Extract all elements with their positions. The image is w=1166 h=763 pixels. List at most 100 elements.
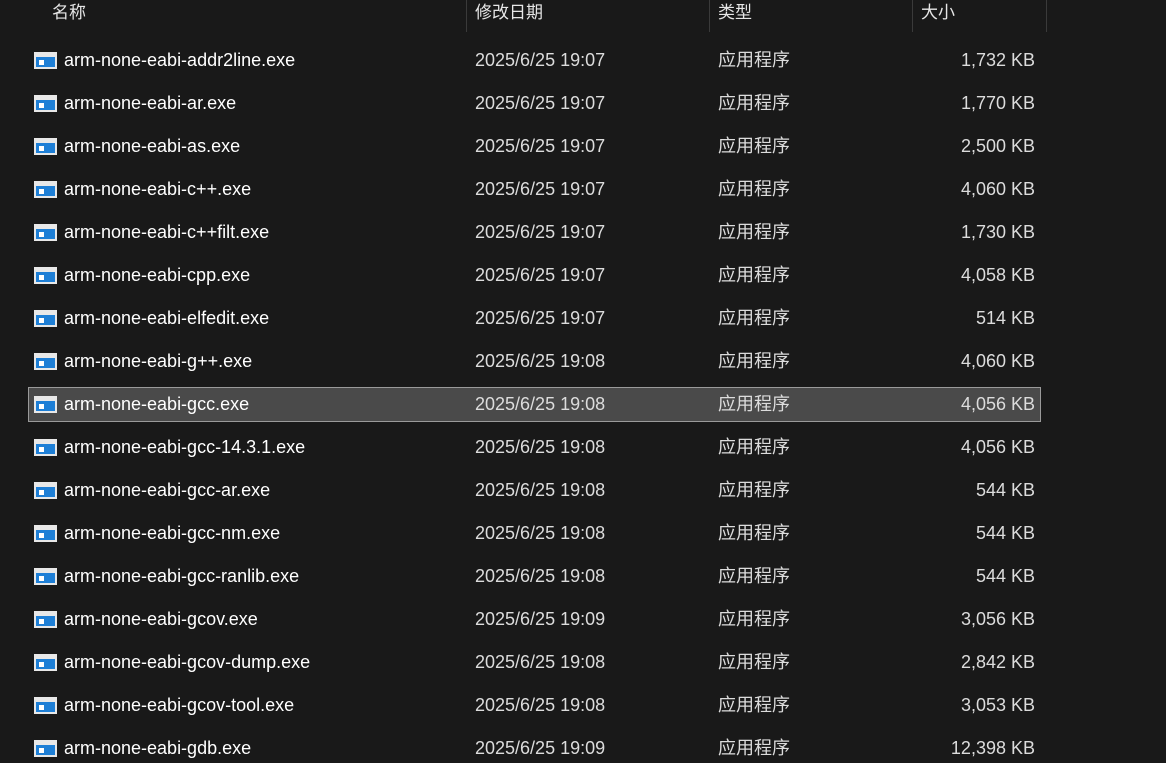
file-name: arm-none-eabi-g++.exe <box>64 351 253 371</box>
file-icon-cell <box>34 168 58 211</box>
file-icon-cell <box>34 383 58 426</box>
exe-application-icon <box>34 95 57 112</box>
file-list: arm-none-eabi-addr2line.exe 2025/6/25 19:… <box>0 39 1166 763</box>
file-name: arm-none-eabi-elfedit.exe <box>64 308 270 328</box>
file-size: 514 KB <box>975 308 1035 328</box>
file-size: 4,060 KB <box>960 351 1035 371</box>
file-size: 1,732 KB <box>960 50 1035 70</box>
file-date-modified: 2025/6/25 19:07 <box>475 265 606 285</box>
file-type: 应用程序 <box>718 609 790 629</box>
file-size: 2,500 KB <box>960 136 1035 156</box>
exe-application-icon <box>34 740 57 757</box>
file-date-modified: 2025/6/25 19:09 <box>475 609 606 629</box>
exe-application-icon <box>34 697 57 714</box>
file-name: arm-none-eabi-gcov.exe <box>64 609 258 629</box>
file-row[interactable]: arm-none-eabi-as.exe 2025/6/25 19:07 应用程序 2… <box>0 125 1166 168</box>
column-header-type[interactable]: 类型 <box>709 0 912 32</box>
file-icon-cell <box>34 555 58 598</box>
exe-application-icon <box>34 224 57 241</box>
file-name: arm-none-eabi-gcc-ranlib.exe <box>64 566 300 586</box>
file-size: 544 KB <box>975 480 1035 500</box>
file-name: arm-none-eabi-c++.exe <box>64 179 252 199</box>
file-row[interactable]: arm-none-eabi-c++filt.exe 2025/6/25 19:07… <box>0 211 1166 254</box>
exe-application-icon <box>34 654 57 671</box>
file-name: arm-none-eabi-gcov-tool.exe <box>64 695 295 715</box>
file-date-modified: 2025/6/25 19:08 <box>475 480 606 500</box>
file-name: arm-none-eabi-gcc-ar.exe <box>64 480 271 500</box>
column-header-type-label: 类型 <box>718 3 752 22</box>
file-type: 应用程序 <box>718 566 790 586</box>
file-row[interactable]: arm-none-eabi-g++.exe 2025/6/25 19:08 应用程序… <box>0 340 1166 383</box>
file-type: 应用程序 <box>718 93 790 113</box>
file-row[interactable]: arm-none-eabi-elfedit.exe 2025/6/25 19:07… <box>0 297 1166 340</box>
file-size: 4,060 KB <box>960 179 1035 199</box>
file-row[interactable]: arm-none-eabi-gcc-ar.exe 2025/6/25 19:08 应… <box>0 469 1166 512</box>
file-icon-cell <box>34 727 58 763</box>
file-icon-cell <box>34 82 58 125</box>
file-icon-cell <box>34 340 58 383</box>
file-date-modified: 2025/6/25 19:07 <box>475 50 606 70</box>
file-type: 应用程序 <box>718 222 790 242</box>
file-row[interactable]: arm-none-eabi-gcov-tool.exe 2025/6/25 19:… <box>0 684 1166 727</box>
file-date-modified: 2025/6/25 19:08 <box>475 351 606 371</box>
file-date-modified: 2025/6/25 19:08 <box>475 394 606 414</box>
file-date-modified: 2025/6/25 19:09 <box>475 738 606 758</box>
file-icon-cell <box>34 641 58 684</box>
file-icon-cell <box>34 512 58 555</box>
file-type: 应用程序 <box>718 351 790 371</box>
file-date-modified: 2025/6/25 19:08 <box>475 437 606 457</box>
file-type: 应用程序 <box>718 437 790 457</box>
file-name: arm-none-eabi-addr2line.exe <box>64 50 296 70</box>
file-row[interactable]: arm-none-eabi-addr2line.exe 2025/6/25 19:… <box>0 39 1166 82</box>
file-name: arm-none-eabi-gcov-dump.exe <box>64 652 311 672</box>
file-date-modified: 2025/6/25 19:08 <box>475 652 606 672</box>
file-row[interactable]: arm-none-eabi-ar.exe 2025/6/25 19:07 应用程序 1… <box>0 82 1166 125</box>
file-row[interactable]: arm-none-eabi-cpp.exe 2025/6/25 19:07 应用程序… <box>0 254 1166 297</box>
file-name: arm-none-eabi-c++filt.exe <box>64 222 270 242</box>
file-row[interactable]: arm-none-eabi-gdb.exe 2025/6/25 19:09 应用程序… <box>0 727 1166 763</box>
file-type: 应用程序 <box>718 394 790 414</box>
column-header-date-label: 修改日期 <box>475 3 543 22</box>
file-name: arm-none-eabi-gcc.exe <box>64 394 250 414</box>
file-name: arm-none-eabi-ar.exe <box>64 93 237 113</box>
file-name: arm-none-eabi-gcc-nm.exe <box>64 523 281 543</box>
file-name: arm-none-eabi-gdb.exe <box>64 738 252 758</box>
file-size: 3,053 KB <box>960 695 1035 715</box>
file-type: 应用程序 <box>718 136 790 156</box>
exe-application-icon <box>34 611 57 628</box>
file-type: 应用程序 <box>718 695 790 715</box>
file-name: arm-none-eabi-gcc-14.3.1.exe <box>64 437 306 457</box>
exe-application-icon <box>34 353 57 370</box>
file-row[interactable]: arm-none-eabi-gcc-14.3.1.exe 2025/6/25 19… <box>0 426 1166 469</box>
file-type: 应用程序 <box>718 265 790 285</box>
file-type: 应用程序 <box>718 179 790 199</box>
file-row[interactable]: arm-none-eabi-gcc-nm.exe 2025/6/25 19:08 应… <box>0 512 1166 555</box>
file-row[interactable]: arm-none-eabi-gcov.exe 2025/6/25 19:09 应用程… <box>0 598 1166 641</box>
column-header-size-label: 大小 <box>921 3 955 22</box>
column-header-name[interactable]: 名称 <box>44 0 466 32</box>
file-name: arm-none-eabi-cpp.exe <box>64 265 251 285</box>
file-icon-cell <box>34 254 58 297</box>
file-name: arm-none-eabi-as.exe <box>64 136 241 156</box>
exe-application-icon <box>34 568 57 585</box>
file-row[interactable]: arm-none-eabi-gcc-ranlib.exe 2025/6/25 19… <box>0 555 1166 598</box>
file-type: 应用程序 <box>718 480 790 500</box>
file-type: 应用程序 <box>718 738 790 758</box>
file-row[interactable]: arm-none-eabi-c++.exe 2025/6/25 19:07 应用程序… <box>0 168 1166 211</box>
file-type: 应用程序 <box>718 652 790 672</box>
file-row[interactable]: arm-none-eabi-gcc.exe 2025/6/25 19:08 应用程序… <box>0 383 1166 426</box>
file-date-modified: 2025/6/25 19:07 <box>475 136 606 156</box>
column-header-size[interactable]: 大小 <box>912 0 1047 32</box>
file-row[interactable]: arm-none-eabi-gcov-dump.exe 2025/6/25 19:… <box>0 641 1166 684</box>
file-icon-cell <box>34 211 58 254</box>
file-size: 1,770 KB <box>960 93 1035 113</box>
file-size: 4,058 KB <box>960 265 1035 285</box>
column-header-date-modified[interactable]: 修改日期 <box>466 0 709 32</box>
file-size: 3,056 KB <box>960 609 1035 629</box>
exe-application-icon <box>34 525 57 542</box>
file-size: 544 KB <box>975 523 1035 543</box>
file-icon-cell <box>34 39 58 82</box>
file-size: 4,056 KB <box>960 394 1035 414</box>
exe-application-icon <box>34 396 57 413</box>
file-icon-cell <box>34 598 58 641</box>
